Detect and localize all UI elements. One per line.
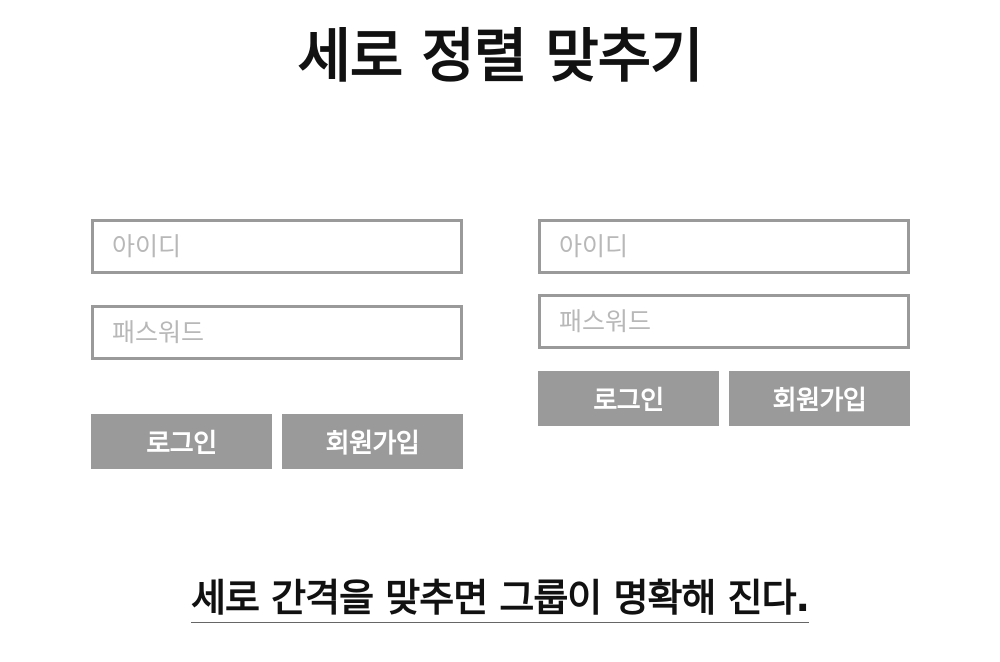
left-login-button[interactable]: 로그인 — [91, 414, 272, 469]
caption-container: 세로 간격을 맞추면 그룹이 명확해 진다. — [0, 574, 1000, 623]
right-id-field[interactable] — [538, 219, 910, 274]
left-id-input[interactable] — [94, 222, 460, 271]
right-password-field[interactable] — [538, 294, 910, 349]
caption-text: 세로 간격을 맞추면 그룹이 명확해 진다. — [191, 574, 810, 623]
page-title: 세로 정렬 맞추기 — [297, 22, 704, 90]
right-signup-button[interactable]: 회원가입 — [729, 371, 910, 426]
right-id-input[interactable] — [541, 222, 907, 271]
left-password-input[interactable] — [94, 308, 460, 357]
right-password-input[interactable] — [541, 297, 907, 346]
left-id-field[interactable] — [91, 219, 463, 274]
left-signup-button[interactable]: 회원가입 — [282, 414, 463, 469]
right-login-button[interactable]: 로그인 — [538, 371, 719, 426]
left-password-field[interactable] — [91, 305, 463, 360]
